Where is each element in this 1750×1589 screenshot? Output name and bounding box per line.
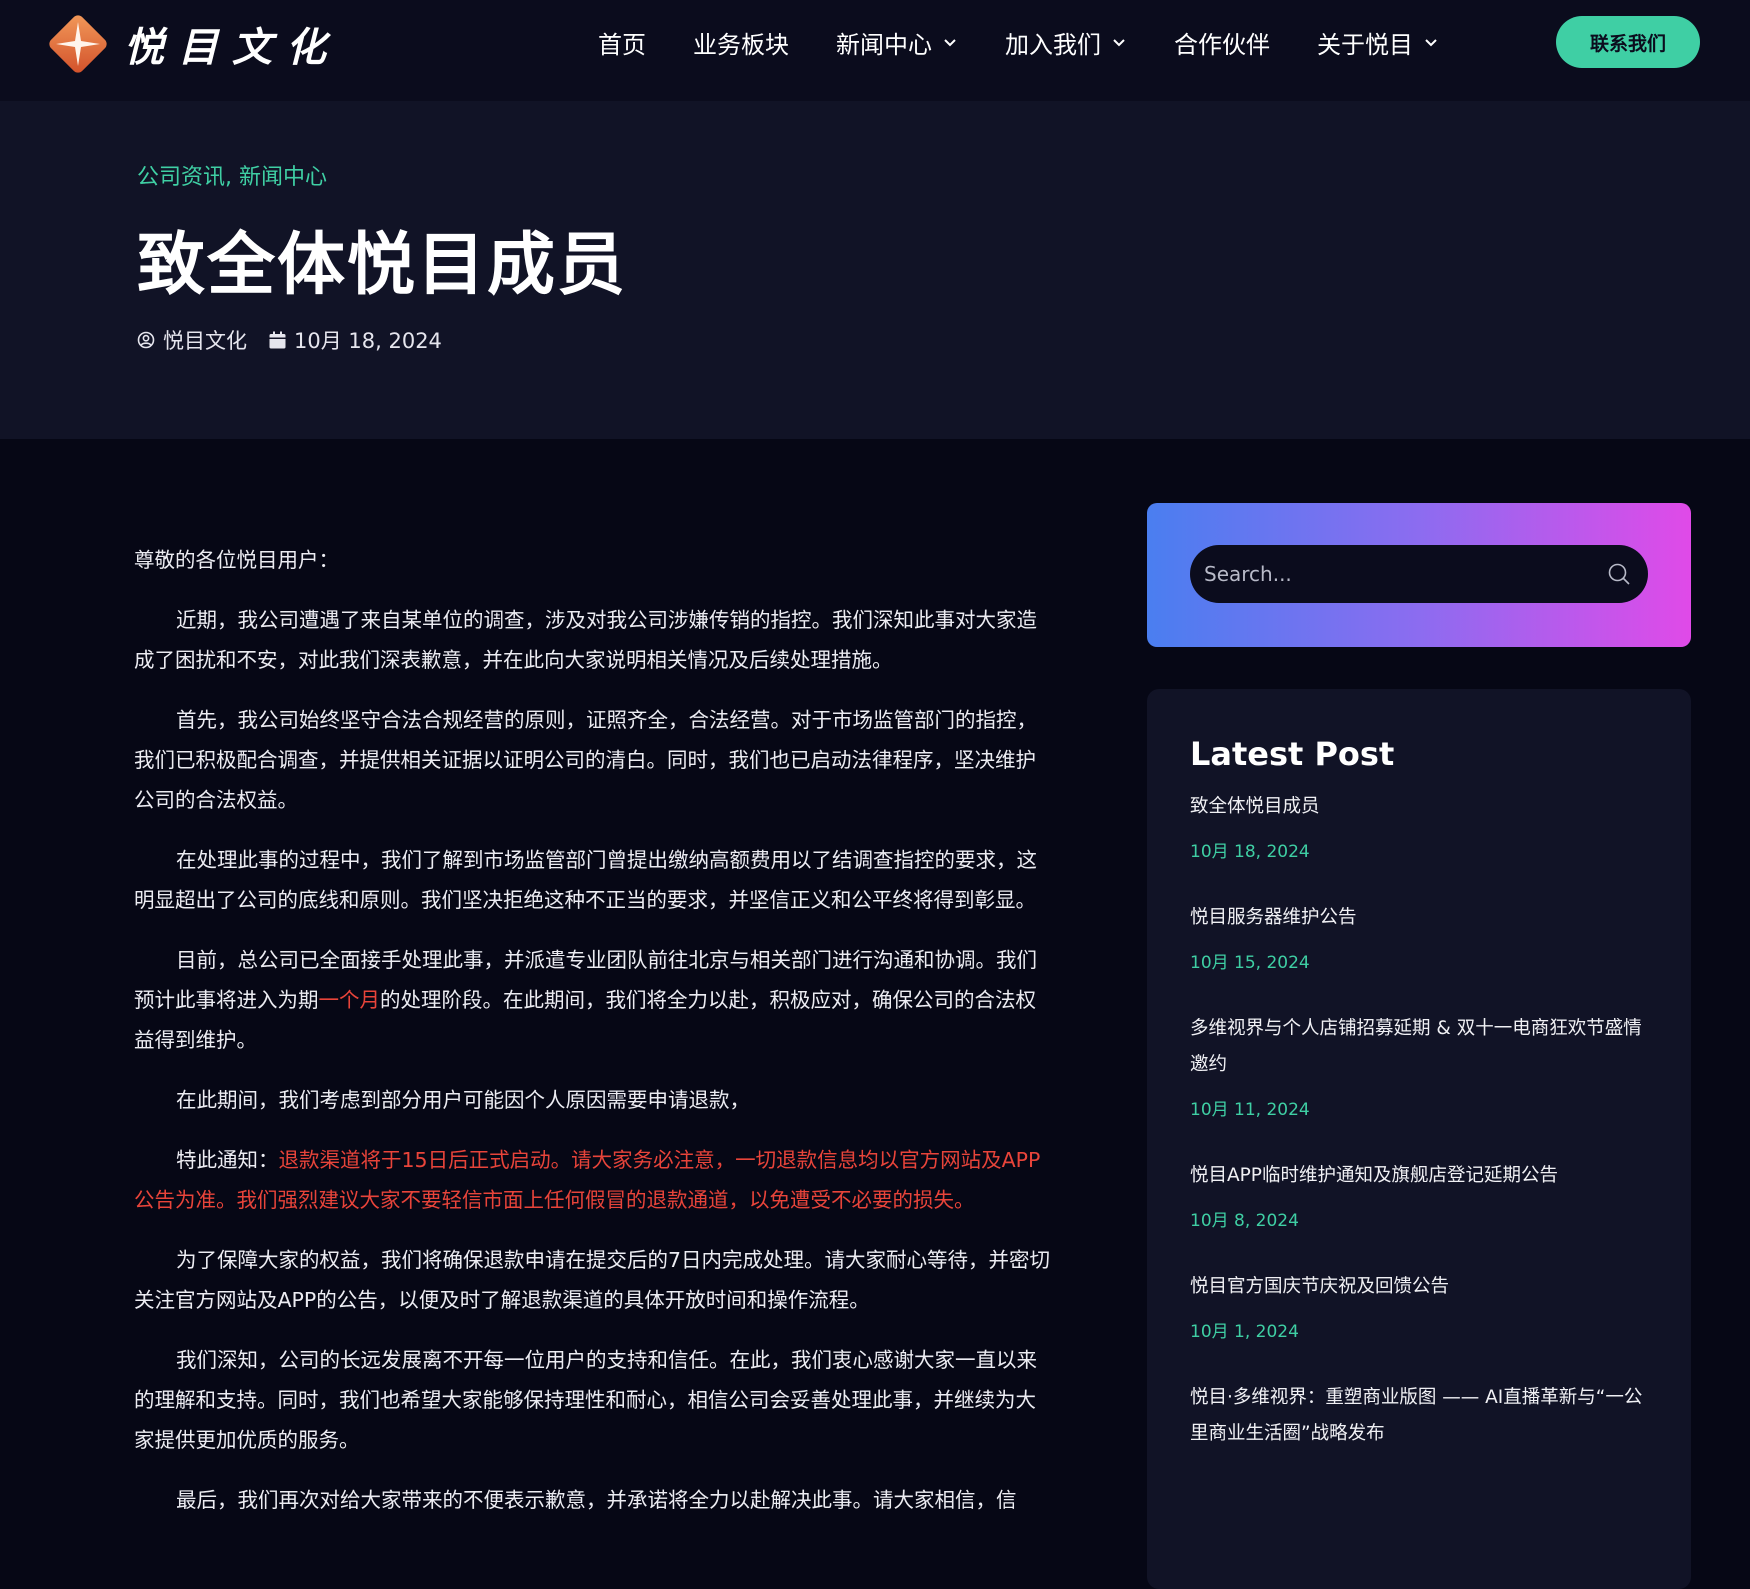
search-bar bbox=[1190, 545, 1648, 603]
post-content: 尊敬的各位悦目用户： 近期，我公司遭遇了来自某单位的调查，涉及对我公司涉嫌传销的… bbox=[134, 540, 1054, 1540]
highlighted-text: 一个月 bbox=[318, 988, 381, 1012]
post-link[interactable]: 悦目官方国庆节庆祝及回馈公告 bbox=[1190, 1269, 1650, 1305]
latest-posts-heading: Latest Post bbox=[1190, 735, 1395, 773]
post-meta: 悦目文化 10月 18, 2024 bbox=[137, 325, 464, 355]
nav-item-label: 首页 bbox=[598, 30, 646, 59]
post-date-text: 10月 8, 2024 bbox=[1190, 1211, 1299, 1231]
search-widget bbox=[1147, 503, 1691, 647]
calendar-icon bbox=[269, 331, 286, 349]
latest-posts-list: 致全体悦目成员 10月 18, 2024 悦目服务器维护公告 10月 15, 2… bbox=[1190, 789, 1650, 1490]
chevron-down-icon bbox=[1113, 39, 1125, 47]
article-paragraph: 在处理此事的过程中，我们了解到市场监管部门曾提出缴纳高额费用以了结调查指控的要求… bbox=[134, 848, 1037, 912]
search-icon bbox=[1608, 563, 1630, 585]
post-date-text: 10月 11, 2024 bbox=[1190, 1100, 1310, 1120]
post-link[interactable]: 悦目·多维视界：重塑商业版图 —— AI直播革新与“一公里商业生活圈”战略发布 bbox=[1190, 1380, 1650, 1452]
list-item: 多维视界与个人店铺招募延期 & 双十一电商狂欢节盛情邀约 10月 11, 202… bbox=[1190, 1011, 1650, 1120]
nav-item-about[interactable]: 关于悦目 bbox=[1317, 25, 1439, 60]
article-paragraph: 近期，我公司遭遇了来自某单位的调查，涉及对我公司涉嫌传销的指控。我们深知此事对大… bbox=[134, 608, 1037, 672]
article-paragraph: 目前，总公司已全面接手处理此事，并派遣专业团队前往北京与相关部门进行沟通和协调。… bbox=[134, 940, 1054, 1060]
list-item: 悦目官方国庆节庆祝及回馈公告 10月 1, 2024 bbox=[1190, 1269, 1650, 1342]
chevron-down-icon bbox=[1425, 39, 1437, 47]
nav-item-news[interactable]: 新闻中心 bbox=[836, 25, 958, 60]
article-paragraph: 首先，我公司始终坚守合法合规经营的原则，证照齐全，合法经营。对于市场监管部门的指… bbox=[134, 708, 1037, 812]
site-logo[interactable]: 悦目文化 bbox=[44, 10, 340, 78]
chevron-down-icon bbox=[944, 39, 956, 47]
post-date-text: 10月 18, 2024 bbox=[1190, 842, 1310, 862]
article-paragraph: 为了保障大家的权益，我们将确保退款申请在提交后的7日内完成处理。请大家耐心等待，… bbox=[134, 1248, 1051, 1312]
list-item: 悦目·多维视界：重塑商业版图 —— AI直播革新与“一公里商业生活圈”战略发布 bbox=[1190, 1380, 1650, 1452]
site-header: 悦目文化 首页 业务板块 新闻中心 加入我们 合作伙伴 关于悦目 联系我们 bbox=[0, 0, 1750, 101]
list-item: 致全体悦目成员 10月 18, 2024 bbox=[1190, 789, 1650, 862]
nav-item-label: 新闻中心 bbox=[836, 30, 932, 59]
post-categories: 公司资讯, 新闻中心 bbox=[137, 159, 327, 191]
nav-item-business[interactable]: 业务板块 bbox=[693, 25, 789, 60]
main-nav: 首页 业务板块 新闻中心 加入我们 合作伙伴 关于悦目 bbox=[598, 0, 1486, 84]
article-paragraph: 最后，我们再次对给大家带来的不便表示歉意，并承诺将全力以赴解决此事。请大家相信，… bbox=[176, 1488, 1017, 1512]
brand-name: 悦目文化 bbox=[124, 25, 340, 71]
nav-item-label: 关于悦目 bbox=[1317, 30, 1413, 59]
logo-diamond-icon bbox=[49, 15, 107, 73]
nav-item-label: 业务板块 bbox=[693, 30, 789, 59]
post-link[interactable]: 悦目APP临时维护通知及旗舰店登记延期公告 bbox=[1190, 1158, 1650, 1194]
post-author[interactable]: 悦目文化 bbox=[137, 325, 247, 355]
list-item: 悦目服务器维护公告 10月 15, 2024 bbox=[1190, 900, 1650, 973]
list-item: 悦目APP临时维护通知及旗舰店登记延期公告 10月 8, 2024 bbox=[1190, 1158, 1650, 1231]
article-paragraph: 特此通知：退款渠道将于15日后正式启动。请大家务必注意，一切退款信息均以官方网站… bbox=[134, 1140, 1054, 1220]
author-name: 悦目文化 bbox=[163, 329, 247, 353]
latest-posts-widget: Latest Post 致全体悦目成员 10月 18, 2024 悦目服务器维护… bbox=[1147, 689, 1691, 1589]
post-link[interactable]: 悦目服务器维护公告 bbox=[1190, 900, 1650, 936]
paragraph-text: 特此通知： bbox=[176, 1148, 279, 1172]
article-paragraph: 在此期间，我们考虑到部分用户可能因个人原因需要申请退款， bbox=[176, 1088, 750, 1112]
nav-item-home[interactable]: 首页 bbox=[598, 25, 646, 60]
post-link[interactable]: 多维视界与个人店铺招募延期 & 双十一电商狂欢节盛情邀约 bbox=[1190, 1011, 1650, 1083]
post-date-text: 10月 1, 2024 bbox=[1190, 1322, 1299, 1342]
nav-item-label: 合作伙伴 bbox=[1174, 30, 1270, 59]
page-title: 致全体悦目成员 bbox=[137, 226, 628, 305]
nav-item-label: 加入我们 bbox=[1005, 30, 1101, 59]
post-date-text: 10月 18, 2024 bbox=[294, 329, 442, 353]
search-input[interactable] bbox=[1190, 545, 1590, 603]
user-circle-icon bbox=[137, 331, 155, 349]
nav-item-join[interactable]: 加入我们 bbox=[1005, 25, 1127, 60]
post-date-text: 10月 15, 2024 bbox=[1190, 953, 1310, 973]
post-hero: 公司资讯, 新闻中心 致全体悦目成员 悦目文化 10月 18, 2024 bbox=[0, 101, 1750, 439]
post-link[interactable]: 致全体悦目成员 bbox=[1190, 789, 1650, 825]
search-button[interactable] bbox=[1590, 545, 1648, 603]
article-greeting: 尊敬的各位悦目用户： bbox=[134, 548, 339, 572]
category-links[interactable]: 公司资讯, 新闻中心 bbox=[137, 165, 327, 190]
nav-item-partners[interactable]: 合作伙伴 bbox=[1174, 25, 1270, 60]
post-date: 10月 18, 2024 bbox=[269, 325, 442, 355]
contact-us-button[interactable]: 联系我们 bbox=[1556, 16, 1700, 68]
article-paragraph: 我们深知，公司的长远发展离不开每一位用户的支持和信任。在此，我们衷心感谢大家一直… bbox=[134, 1348, 1037, 1452]
